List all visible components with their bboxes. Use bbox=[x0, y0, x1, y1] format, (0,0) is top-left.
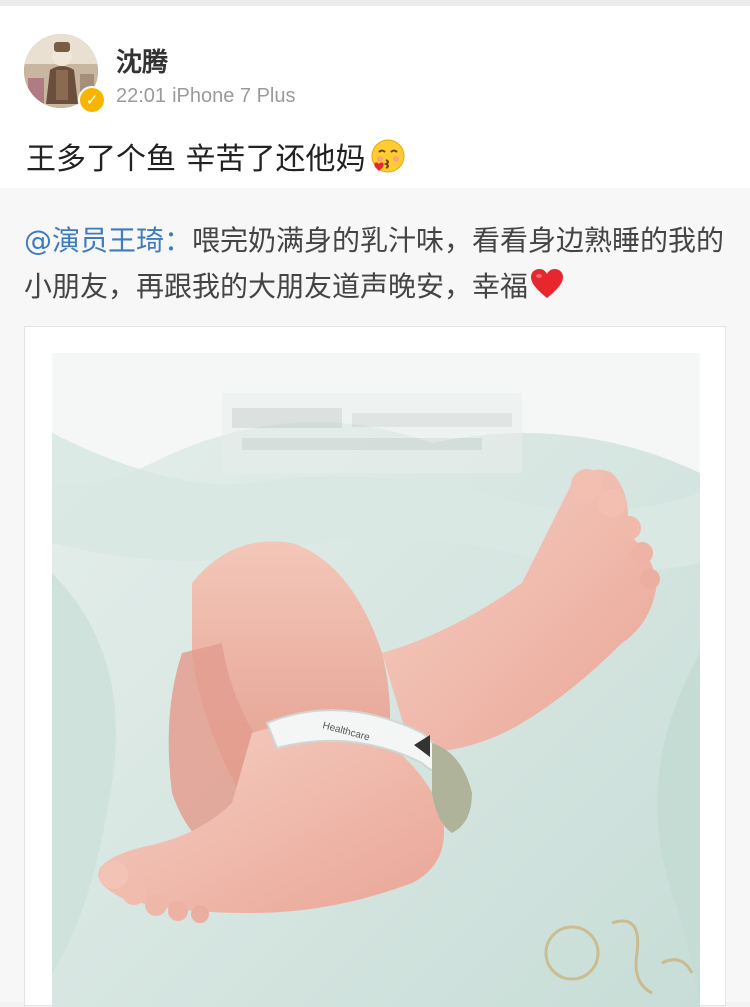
post-meta: 22:01 iPhone 7 Plus bbox=[116, 85, 301, 108]
baby-feet-photo[interactable]: Healthcare bbox=[52, 353, 700, 1007]
mention-link[interactable]: @演员王琦 bbox=[24, 224, 164, 257]
red-heart-icon bbox=[531, 269, 564, 298]
kissing-face-icon bbox=[371, 139, 405, 173]
verified-badge-icon: ✓ bbox=[78, 86, 106, 114]
image-card[interactable]: Healthcare bbox=[24, 326, 726, 1007]
post-body: 王多了个鱼 辛苦了还他妈 bbox=[26, 142, 366, 177]
mention-separator: ： bbox=[164, 224, 193, 257]
post-device: iPhone 7 Plus bbox=[172, 85, 296, 107]
post-text: 王多了个鱼 辛苦了还他妈 bbox=[26, 134, 406, 178]
post-time: 22:01 bbox=[116, 85, 167, 107]
username[interactable]: 沈腾 bbox=[116, 42, 168, 79]
repost-block[interactable]: @演员王琦：喂完奶满身的乳汁味，看看身边熟睡的我的小朋友，再跟我的大朋友道声晚安… bbox=[0, 188, 750, 1007]
weibo-post: ✓ 沈腾 22:01 iPhone 7 Plus 王多了个鱼 辛苦了还他妈 bbox=[0, 6, 750, 188]
repost-text: @演员王琦：喂完奶满身的乳汁味，看看身边熟睡的我的小朋友，再跟我的大朋友道声晚安… bbox=[24, 218, 730, 310]
